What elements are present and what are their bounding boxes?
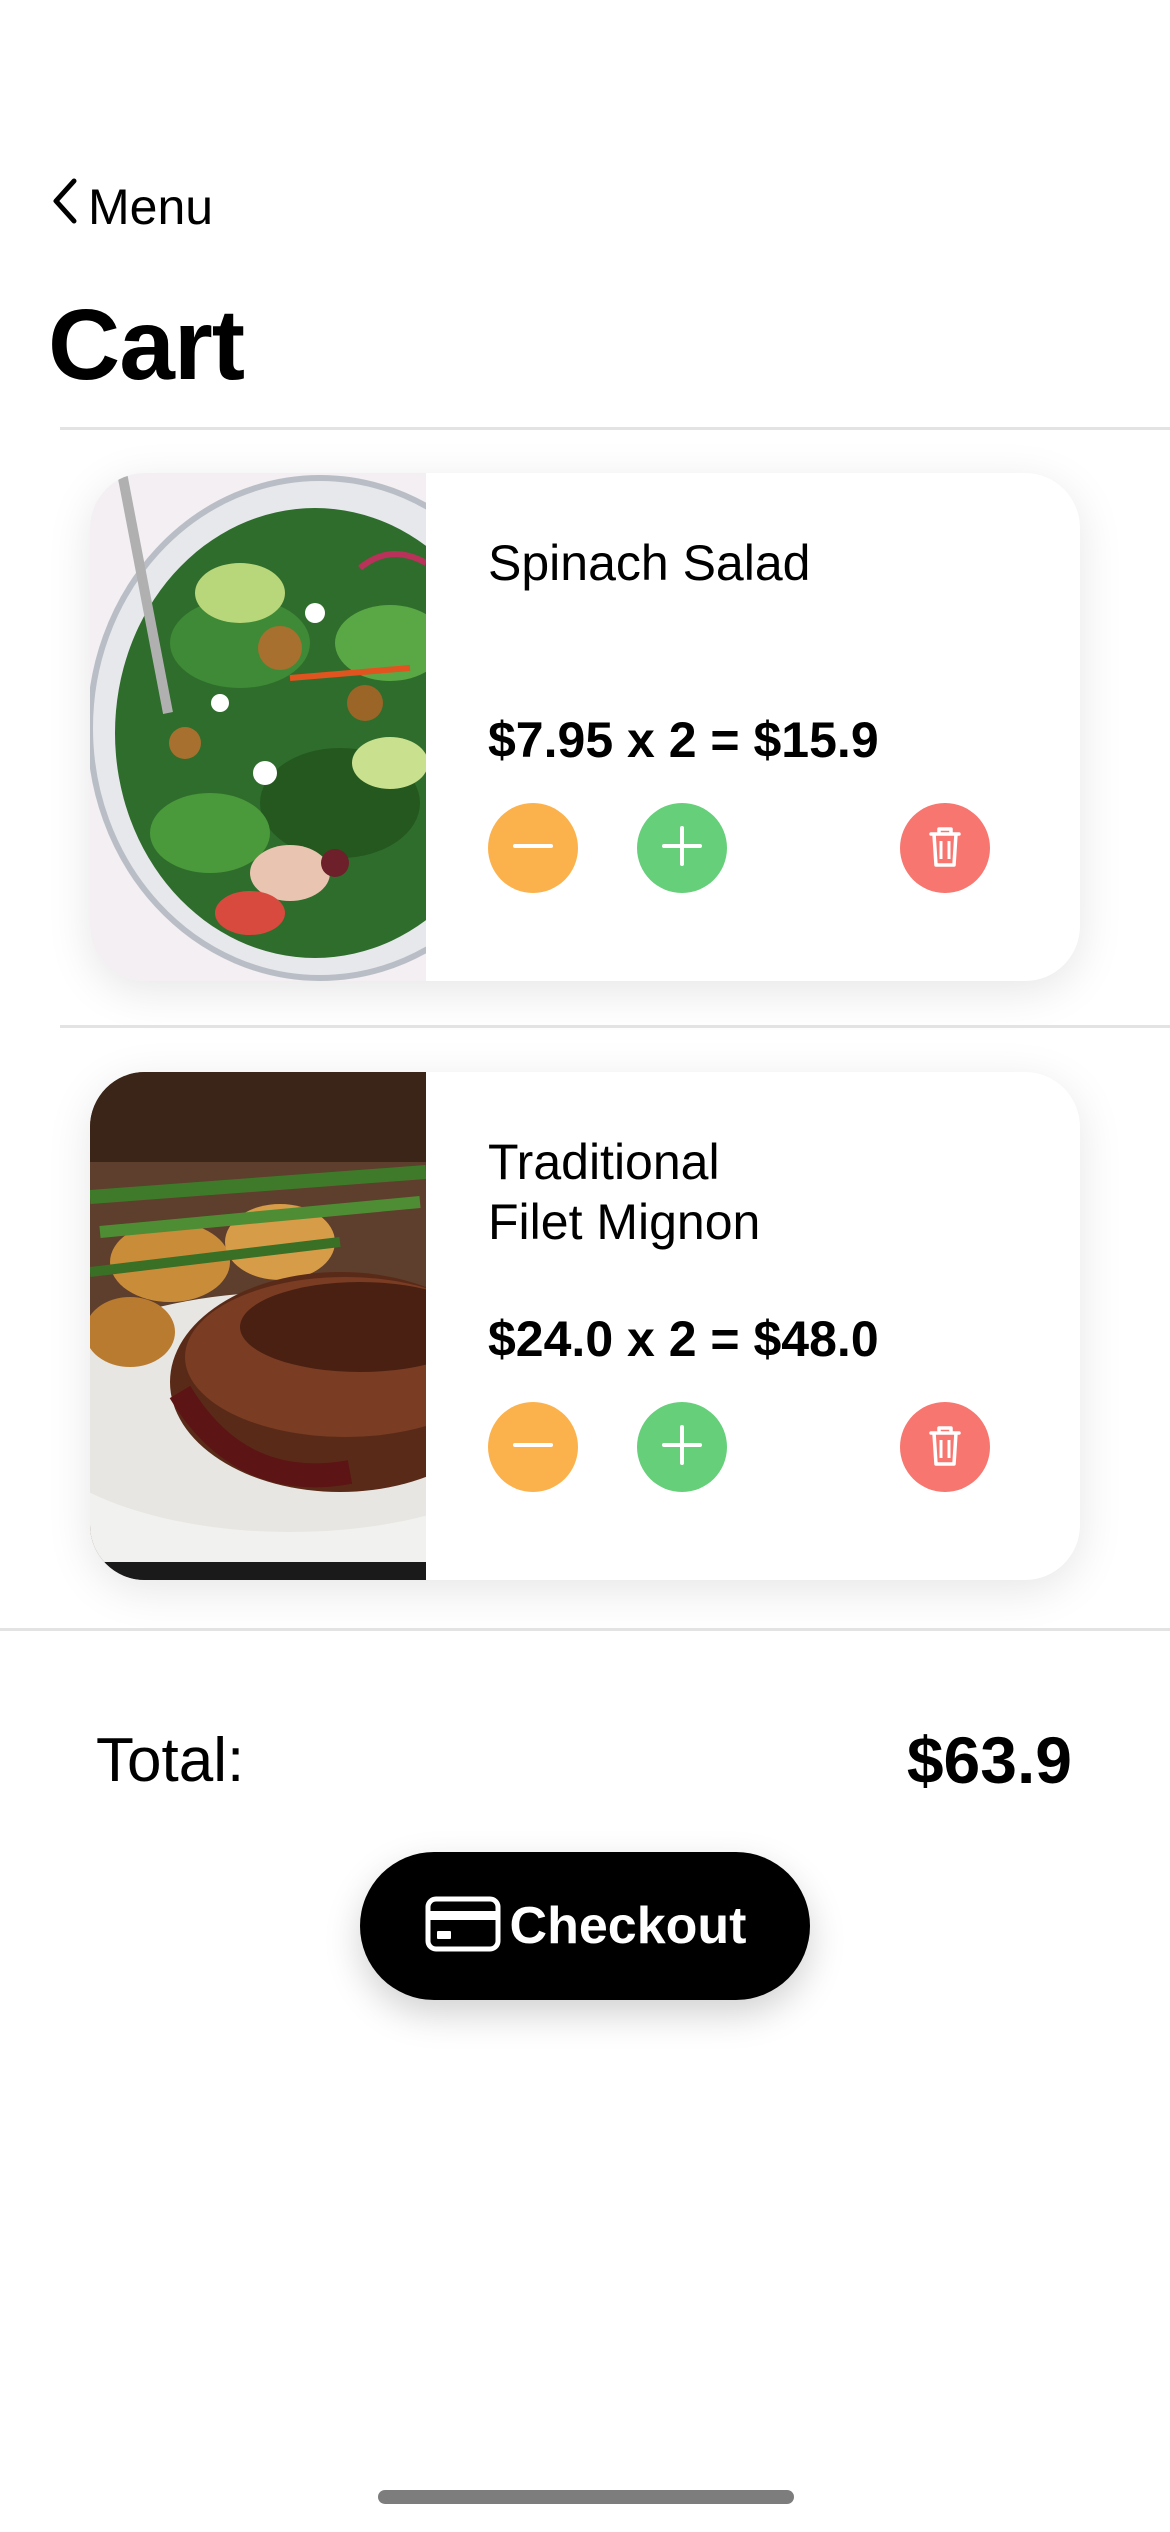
increase-quantity-button[interactable] <box>637 1402 727 1492</box>
item-price-line: $7.95 x 2 = $15.9 <box>488 712 879 768</box>
item-name: Spinach Salad <box>488 535 811 591</box>
divider <box>0 1628 1170 1631</box>
page-title: Cart <box>48 289 245 401</box>
cart-screen: Menu Cart Spinach Salad $7.95 x 2 = $15.… <box>0 0 1170 2532</box>
decrease-quantity-button[interactable] <box>488 1402 578 1492</box>
trash-icon <box>917 818 973 879</box>
filet-mignon-photo <box>90 1072 426 1580</box>
home-indicator[interactable] <box>378 2490 794 2504</box>
minus-icon <box>505 818 561 879</box>
plus-icon <box>654 818 710 879</box>
increase-quantity-button[interactable] <box>637 803 727 893</box>
decrease-quantity-button[interactable] <box>488 803 578 893</box>
item-price-line: $24.0 x 2 = $48.0 <box>488 1311 879 1367</box>
credit-card-icon <box>424 1895 502 1958</box>
trash-icon <box>917 1417 973 1478</box>
spinach-salad-photo <box>90 473 426 981</box>
total-value: $63.9 <box>906 1723 1072 1797</box>
item-name: Traditional Filet Mignon <box>488 1134 761 1250</box>
checkout-button[interactable]: Checkout <box>360 1852 810 2000</box>
minus-icon <box>505 1417 561 1478</box>
back-to-menu-button[interactable]: Menu <box>48 175 213 239</box>
cart-item-card: Spinach Salad $7.95 x 2 = $15.9 <box>90 473 1080 981</box>
back-label: Menu <box>88 179 214 235</box>
chevron-left-icon <box>48 175 82 239</box>
total-label: Total: <box>96 1726 245 1795</box>
checkout-label: Checkout <box>509 1897 747 1955</box>
divider <box>60 427 1170 430</box>
remove-item-button[interactable] <box>900 803 990 893</box>
remove-item-button[interactable] <box>900 1402 990 1492</box>
divider <box>60 1025 1170 1028</box>
plus-icon <box>654 1417 710 1478</box>
cart-item-card: Traditional Filet Mignon $24.0 x 2 = $48… <box>90 1072 1080 1580</box>
